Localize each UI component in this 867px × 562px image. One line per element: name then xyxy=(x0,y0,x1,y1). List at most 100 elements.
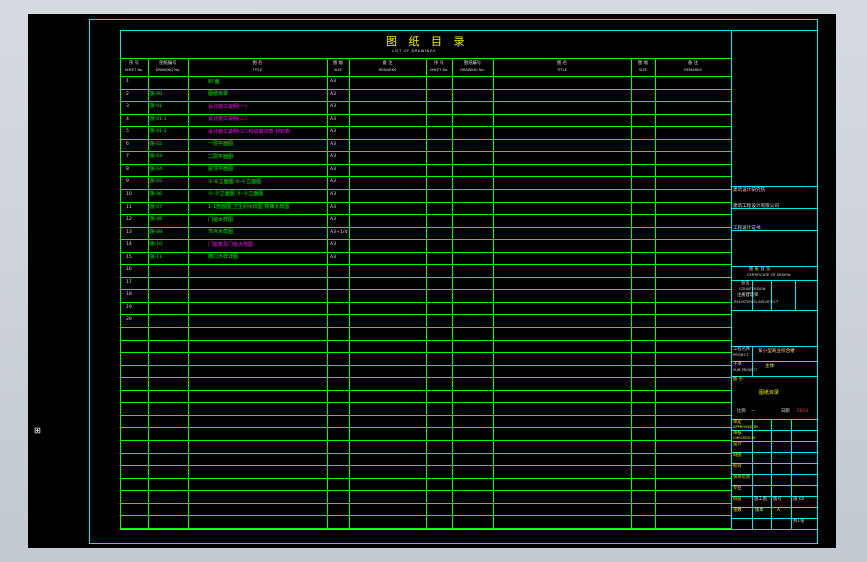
row-number: 13 xyxy=(126,229,132,235)
header-name-en: TITLE xyxy=(557,68,567,72)
row-drawing-code: 施-02 xyxy=(150,141,163,147)
row-drawing-title: 1-1剖面图 卫生间大样图 楼梯大样图 xyxy=(208,204,290,210)
header-remark-en: REMARKS xyxy=(684,68,702,72)
checked-line xyxy=(731,430,818,431)
seal-title: 图 纸 会 签 xyxy=(749,267,771,272)
row-number: 2 xyxy=(126,91,129,97)
row-sheet-size: A3 xyxy=(330,254,337,260)
row-drawing-code: 施-06 xyxy=(150,191,163,197)
header-no-en: SHEET No. xyxy=(429,68,449,72)
version-label: 版本 xyxy=(755,508,764,513)
checked-en: CHECKED BY xyxy=(733,436,756,440)
sheet-title: 图 纸 目 录 xyxy=(386,35,469,48)
row-sheet-size: A3+1/4 xyxy=(330,229,348,235)
row-number: 14 xyxy=(126,242,132,248)
row-drawing-title: ①-⑥立面图 ⑥-①立面图 xyxy=(208,178,262,185)
project-en: PROJECT xyxy=(733,353,749,357)
header-remark: 备 注 xyxy=(688,61,698,66)
scale-value: — xyxy=(751,409,756,414)
row-drawing-code: 施-11 xyxy=(150,254,163,260)
item-en: SUB-PROJECT xyxy=(733,368,758,372)
row-sheet-size: A3 xyxy=(330,79,337,84)
row-drawing-code: 施-01-2 xyxy=(150,129,167,135)
version-value: A xyxy=(777,508,780,513)
row-drawing-code: 施-08 xyxy=(150,217,163,223)
page-line xyxy=(731,518,818,519)
cad-viewport[interactable]: ⊞ 图 纸 目 录 LIST OF DRAWINGS 序 号 SHEET No. 图… xyxy=(28,14,836,548)
row-number: 3 xyxy=(126,104,129,110)
architect-en: REGISTERED ARCHITECT xyxy=(734,300,779,304)
header-remark: 备 注 xyxy=(382,61,393,66)
stage-value: 施工图 xyxy=(754,497,767,502)
row-drawing-title: Ⓐ-Ⓓ立面图 Ⓓ-Ⓐ立面图 xyxy=(208,191,264,198)
stage-label: 阶段 xyxy=(733,497,742,502)
row-number: 1 xyxy=(126,79,129,84)
row-number: 10 xyxy=(126,191,132,197)
header-size: 图 幅 xyxy=(638,61,648,66)
row-drawing-title: 门窗表及门窗大样图 xyxy=(208,241,254,248)
row-number: 20 xyxy=(126,317,132,323)
row-number: 16 xyxy=(126,267,132,273)
company-line xyxy=(731,186,818,187)
row-number: 15 xyxy=(126,254,132,260)
row-number: 17 xyxy=(126,279,132,285)
row-sheet-size: A3 xyxy=(330,204,337,210)
row-sheet-size: A3 xyxy=(330,217,337,223)
row-drawing-code: 施-09 xyxy=(150,229,163,235)
header-name: 图 名 xyxy=(557,61,567,66)
table-column-line xyxy=(493,58,494,530)
row-drawing-title: 设计施工说明(三) 构造做法表 材料表 xyxy=(208,128,291,135)
row-sheet-size: A3 xyxy=(330,166,337,172)
project-value: 某小型商业综合楼 xyxy=(758,349,795,354)
revised-label: 校对 xyxy=(733,464,742,469)
row-sheet-size: A3 xyxy=(330,191,337,197)
total-label: 张数 xyxy=(733,508,742,513)
revised-line xyxy=(731,463,818,464)
ucs-icon: ⊞ xyxy=(34,426,41,435)
table-column-line xyxy=(631,58,632,530)
row-drawing-title: 封 面 xyxy=(208,78,220,85)
table-column-line xyxy=(327,58,328,530)
scale-label: 比例 xyxy=(737,409,746,414)
header-code: 图纸编号 xyxy=(463,61,482,66)
project-manager-label: 项目负责 xyxy=(733,475,751,480)
table-divider-line xyxy=(426,58,427,530)
row-drawing-code: 施-10 xyxy=(150,242,163,248)
drawing-value: 图纸目录 xyxy=(759,390,780,396)
item-label: 子项 xyxy=(733,362,742,367)
sheet-line xyxy=(731,507,818,508)
date-label: 日期 xyxy=(781,409,790,414)
header-no: 序 号 xyxy=(129,61,139,66)
row-number: 5 xyxy=(126,129,129,135)
approved-en: APPROVED BY xyxy=(733,425,759,429)
discipline-label: 专业 xyxy=(733,486,742,491)
item-line xyxy=(731,361,818,362)
row-number: 7 xyxy=(126,154,129,160)
sheet-value: 施-00 xyxy=(793,497,805,502)
drawing-label: 图 名 xyxy=(733,377,743,382)
row-number: 12 xyxy=(126,217,132,223)
row-number: 11 xyxy=(126,204,132,210)
row-number: 18 xyxy=(126,292,132,298)
table-column-line xyxy=(655,58,656,530)
row-drawing-code: 施-00 xyxy=(150,91,163,97)
header-name: 图 名 xyxy=(252,61,263,66)
row-drawing-title: 二层平面图 xyxy=(208,153,234,160)
title-block-col xyxy=(795,280,796,310)
seal-subtitle: CERTIFICATE OF DESIGN xyxy=(747,273,791,277)
row-drawing-code: 施-01-1 xyxy=(150,116,167,122)
row-sheet-size: A3 xyxy=(330,179,337,185)
row-number: 6 xyxy=(126,141,129,147)
header-remark-en: REMARKS xyxy=(378,68,397,72)
drawn-line xyxy=(731,452,818,453)
header-no-en: SHEET No. xyxy=(124,68,144,72)
row-sheet-size: A3 xyxy=(330,91,337,97)
cosign-line xyxy=(731,310,818,311)
row-drawing-title: 设计施工说明(一) xyxy=(208,103,247,110)
title-block-col xyxy=(791,419,792,530)
title-block-col xyxy=(771,280,772,310)
row-drawing-code: 施-05 xyxy=(150,179,163,185)
cosign-en: COUNTERSIGN xyxy=(739,287,766,291)
seal-line xyxy=(731,266,818,267)
designer-line xyxy=(731,441,818,442)
